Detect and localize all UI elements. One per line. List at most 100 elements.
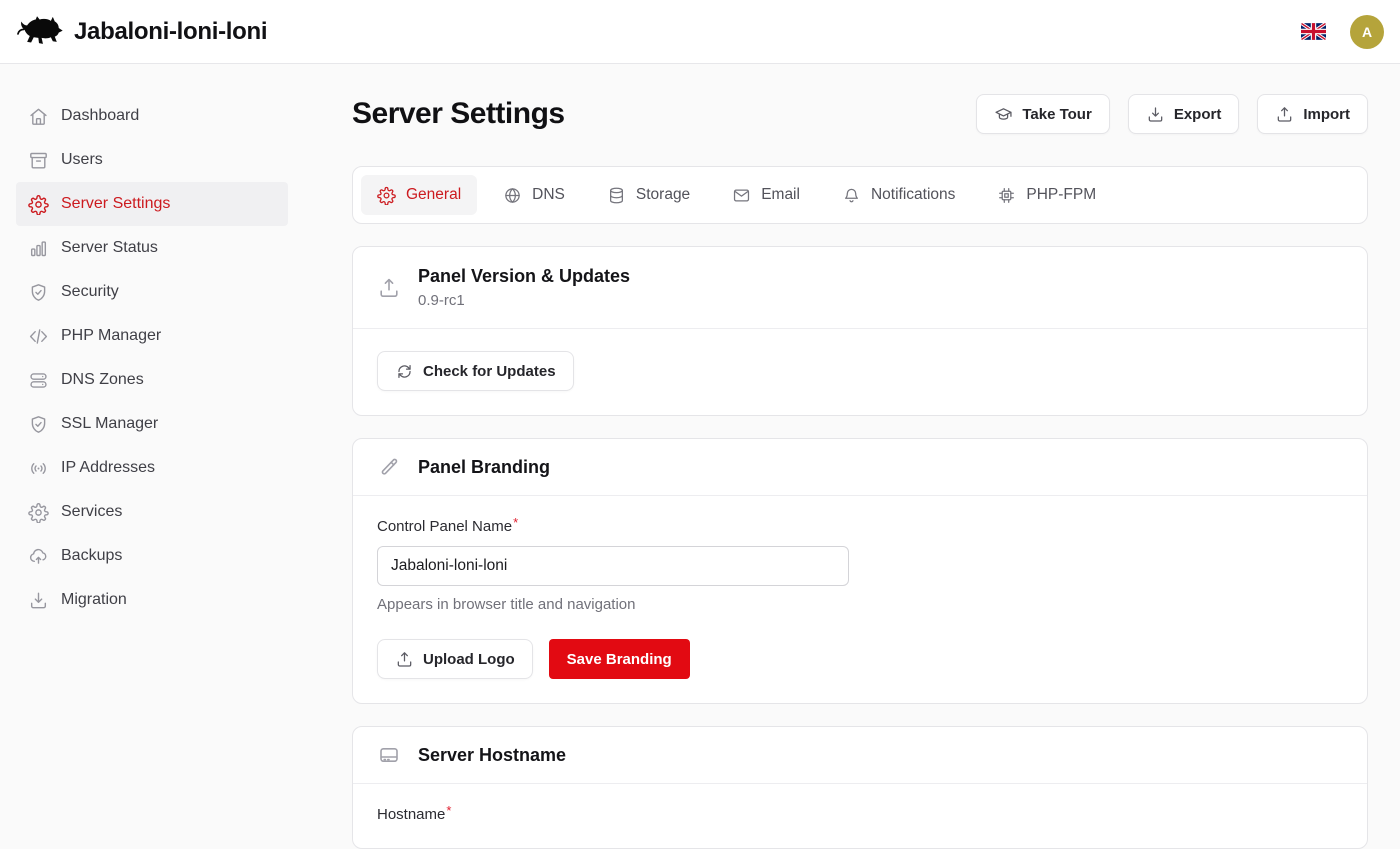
tab-label: Notifications: [871, 186, 955, 204]
sidebar-item-label: PHP Manager: [61, 327, 161, 345]
sidebar-item-label: Backups: [61, 547, 122, 565]
gear-icon: [28, 194, 49, 215]
required-asterisk: *: [513, 515, 518, 530]
tab-email[interactable]: Email: [716, 175, 816, 215]
upload-tray-icon: [395, 650, 414, 669]
control-panel-name-label: Control Panel Name*: [377, 518, 518, 535]
sidebar-item-label: Server Settings: [61, 195, 170, 213]
panel-branding-body: Control Panel Name* Appears in browser t…: [353, 496, 1367, 703]
tab-storage[interactable]: Storage: [591, 175, 706, 215]
header-actions: Take Tour Export Import: [976, 94, 1368, 134]
panel-version-title: Panel Version & Updates: [418, 266, 630, 287]
action-button-import[interactable]: Import: [1257, 94, 1368, 134]
action-button-export[interactable]: Export: [1128, 94, 1240, 134]
sidebar-item-label: Server Status: [61, 239, 158, 257]
panel-version-value: 0.9-rc1: [418, 292, 630, 309]
sidebar-item-dashboard[interactable]: Dashboard: [16, 94, 288, 138]
sidebar-item-backups[interactable]: Backups: [16, 534, 288, 578]
sidebar-item-label: Security: [61, 283, 119, 301]
action-button-label: Export: [1174, 106, 1222, 123]
server-hostname-title: Server Hostname: [418, 745, 566, 766]
panel-version-body: Check for Updates: [353, 329, 1367, 415]
sidebar-item-ip-addresses[interactable]: IP Addresses: [16, 446, 288, 490]
academic-cap-icon: [994, 105, 1013, 124]
sidebar-item-security[interactable]: Security: [16, 270, 288, 314]
gear-icon: [377, 186, 396, 205]
sidebar-item-dns-zones[interactable]: DNS Zones: [16, 358, 288, 402]
sidebar-item-label: Users: [61, 151, 103, 169]
panel-branding-card: Panel Branding Control Panel Name* Appea…: [352, 438, 1368, 704]
hostname-label: Hostname*: [377, 806, 451, 823]
action-button-label: Import: [1303, 106, 1350, 123]
upload-logo-button[interactable]: Upload Logo: [377, 639, 533, 679]
panel-version-header: Panel Version & Updates 0.9-rc1: [353, 247, 1367, 329]
database-icon: [607, 186, 626, 205]
uk-flag-icon: [1301, 23, 1326, 40]
cpu-chip-icon: [997, 186, 1016, 205]
shield-check-icon: [28, 414, 49, 435]
globe-icon: [503, 186, 522, 205]
page-title: Server Settings: [352, 97, 565, 131]
sidebar-item-migration[interactable]: Migration: [16, 578, 288, 622]
tab-label: PHP-FPM: [1026, 186, 1096, 204]
check-updates-label: Check for Updates: [423, 363, 556, 380]
save-branding-button[interactable]: Save Branding: [549, 639, 690, 679]
tab-notifications[interactable]: Notifications: [826, 175, 971, 215]
panel-branding-header: Panel Branding: [353, 439, 1367, 496]
envelope-icon: [732, 186, 751, 205]
download-tray-icon: [1146, 105, 1165, 124]
action-button-take-tour[interactable]: Take Tour: [976, 94, 1109, 134]
sidebar-item-label: Migration: [61, 591, 127, 609]
shield-check-icon: [28, 282, 49, 303]
tab-php-fpm[interactable]: PHP-FPM: [981, 175, 1112, 215]
bell-icon: [842, 186, 861, 205]
code-icon: [28, 326, 49, 347]
paint-brush-icon: [377, 455, 401, 479]
refresh-icon: [395, 362, 414, 381]
server-stack-icon: [28, 370, 49, 391]
required-asterisk: *: [446, 803, 451, 818]
settings-tab-bar: General DNS Storage Email Notifications …: [352, 166, 1368, 224]
download-tray-icon: [28, 590, 49, 611]
sidebar: Dashboard Users Server Settings Server S…: [0, 64, 304, 800]
signal-icon: [28, 458, 49, 479]
bar-chart-icon: [28, 238, 49, 259]
sidebar-item-label: IP Addresses: [61, 459, 155, 477]
sidebar-item-ssl-manager[interactable]: SSL Manager: [16, 402, 288, 446]
control-panel-name-input[interactable]: [377, 546, 849, 586]
brand[interactable]: Jabaloni-loni-loni: [14, 12, 267, 52]
sidebar-item-server-settings[interactable]: Server Settings: [16, 182, 288, 226]
sidebar-item-php-manager[interactable]: PHP Manager: [16, 314, 288, 358]
check-updates-button[interactable]: Check for Updates: [377, 351, 574, 391]
sidebar-item-label: Services: [61, 503, 122, 521]
sidebar-item-server-status[interactable]: Server Status: [16, 226, 288, 270]
action-button-label: Take Tour: [1022, 106, 1091, 123]
panel-version-card: Panel Version & Updates 0.9-rc1 Check fo…: [352, 246, 1368, 416]
language-flag-button[interactable]: [1301, 23, 1326, 40]
brand-title: Jabaloni-loni-loni: [74, 18, 267, 46]
server-hostname-card: Server Hostname Hostname*: [352, 726, 1368, 849]
topbar: Jabaloni-loni-loni A: [0, 0, 1400, 64]
sidebar-item-label: SSL Manager: [61, 415, 158, 433]
gear-icon: [28, 502, 49, 523]
tab-label: DNS: [532, 186, 565, 204]
cloud-upload-icon: [28, 546, 49, 567]
tab-general[interactable]: General: [361, 175, 477, 215]
panel-branding-title: Panel Branding: [418, 457, 550, 478]
archive-box-icon: [28, 150, 49, 171]
server-hostname-header: Server Hostname: [353, 727, 1367, 784]
sidebar-item-users[interactable]: Users: [16, 138, 288, 182]
main-content: Server Settings Take Tour Export Import …: [304, 64, 1400, 800]
sidebar-item-label: DNS Zones: [61, 371, 144, 389]
sidebar-item-label: Dashboard: [61, 107, 139, 125]
tab-label: General: [406, 186, 461, 204]
hard-drive-icon: [377, 743, 401, 767]
avatar[interactable]: A: [1350, 15, 1384, 49]
sidebar-item-services[interactable]: Services: [16, 490, 288, 534]
branding-actions: Upload Logo Save Branding: [377, 639, 1343, 679]
upload-tray-icon: [1275, 105, 1294, 124]
tab-label: Email: [761, 186, 800, 204]
tab-dns[interactable]: DNS: [487, 175, 581, 215]
upload-logo-label: Upload Logo: [423, 651, 515, 668]
tab-label: Storage: [636, 186, 690, 204]
